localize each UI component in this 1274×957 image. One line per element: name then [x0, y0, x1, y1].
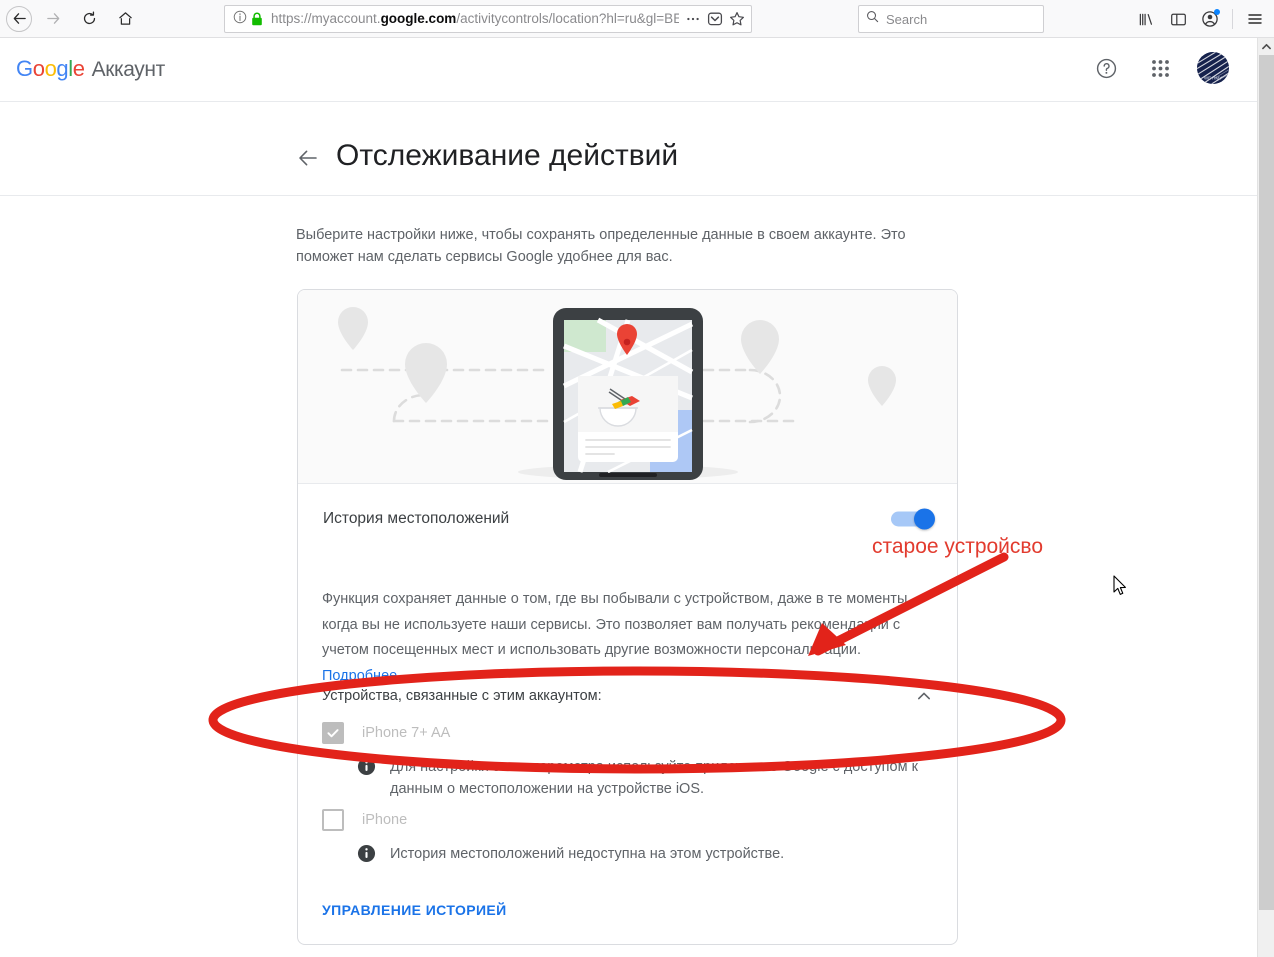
device-row: iPhone 7+ AA	[322, 722, 450, 744]
url-text: https://myaccount.google.com/activitycon…	[271, 11, 679, 26]
browser-reload-button[interactable]	[74, 4, 104, 34]
account-notification-dot	[1214, 9, 1220, 15]
location-history-description: Функция сохраняет данные о том, где вы п…	[322, 587, 917, 689]
device-checkbox-unchecked[interactable]	[322, 809, 344, 831]
browser-search-bar[interactable]: Search	[858, 5, 1044, 33]
scrollbar-thumb[interactable]	[1259, 55, 1274, 910]
page-back-button[interactable]	[296, 146, 320, 170]
scroll-up-arrow-icon[interactable]	[1258, 38, 1274, 55]
page-scrollbar[interactable]	[1257, 38, 1274, 957]
hamburger-menu-icon[interactable]	[1240, 4, 1270, 34]
description-text: Функция сохраняет данные о том, где вы п…	[322, 591, 912, 658]
padlock-icon[interactable]	[251, 12, 263, 26]
search-input[interactable]: Search	[886, 12, 927, 27]
account-icon[interactable]	[1195, 4, 1225, 34]
browser-back-button[interactable]	[6, 5, 32, 32]
toggle-knob	[914, 508, 935, 529]
device-checkbox-checked[interactable]	[322, 722, 344, 744]
back-arrow-icon	[299, 150, 317, 166]
info-filled-icon	[357, 757, 376, 781]
apps-grid-icon[interactable]	[1143, 51, 1177, 85]
product-name: Аккаунт	[91, 58, 166, 81]
manage-history-link[interactable]: УПРАВЛЕНИЕ ИСТОРИЕЙ	[322, 902, 507, 918]
avatar[interactable]: WE RMY	[1197, 52, 1229, 84]
device-info-row: Для настройки этого параметра используйт…	[357, 756, 932, 800]
google-account-header: Google Аккаунт WE RMY	[0, 38, 1257, 102]
browser-toolbar-right	[1131, 4, 1270, 34]
device-info-text: История местоположений недоступна на это…	[390, 846, 785, 862]
learn-more-link[interactable]: Подробнее...	[322, 668, 409, 684]
page-title: Отслеживание действий	[336, 139, 679, 172]
mouse-cursor	[1113, 575, 1127, 596]
info-filled-icon	[357, 844, 376, 868]
bookmark-star-icon[interactable]	[729, 11, 745, 27]
location-history-toggle-row: История местоположений	[298, 483, 957, 553]
browser-forward-button[interactable]	[38, 4, 68, 34]
back-arrow-icon	[13, 13, 26, 24]
google-logo[interactable]: Google Аккаунт	[16, 56, 165, 82]
browser-home-button[interactable]	[110, 4, 140, 34]
reload-icon	[83, 11, 95, 25]
sidebar-icon[interactable]	[1163, 4, 1193, 34]
device-info-text: Для настройки этого параметра используйт…	[390, 759, 918, 797]
device-info-row: История местоположений недоступна на это…	[357, 843, 932, 868]
pocket-icon[interactable]	[707, 11, 723, 27]
svg-text:WE RMY: WE RMY	[1204, 76, 1222, 81]
header-actions: WE RMY	[1089, 51, 1229, 85]
home-icon	[118, 12, 132, 25]
library-icon[interactable]	[1131, 4, 1161, 34]
devices-header-row: Устройства, связанные с этим аккаунтом:	[322, 686, 934, 706]
toolbar-divider	[1232, 9, 1233, 29]
help-circle-icon[interactable]	[1089, 51, 1123, 85]
device-name: iPhone 7+ AA	[362, 725, 451, 741]
device-row: iPhone	[322, 809, 407, 831]
search-icon	[866, 10, 879, 28]
device-name: iPhone	[362, 812, 408, 828]
chevron-up-icon[interactable]	[914, 686, 934, 706]
page-actions-ellipsis-icon[interactable]	[685, 11, 701, 27]
devices-label: Устройства, связанные с этим аккаунтом:	[322, 688, 602, 704]
forward-arrow-icon	[46, 13, 59, 24]
browser-toolbar: https://myaccount.google.com/activitycon…	[0, 0, 1274, 38]
location-history-label: История местоположений	[323, 509, 510, 527]
url-bar[interactable]: https://myaccount.google.com/activitycon…	[224, 5, 752, 33]
annotation-note: старое устройсво	[872, 535, 1044, 558]
info-circle-icon[interactable]	[233, 10, 247, 29]
intro-paragraph: Выберите настройки ниже, чтобы сохранять…	[296, 227, 906, 265]
location-history-phone-illustration	[298, 290, 957, 483]
page-content: Google Аккаунт WE RMY Отслеживание дейст…	[0, 38, 1257, 957]
location-history-toggle[interactable]	[891, 508, 935, 529]
